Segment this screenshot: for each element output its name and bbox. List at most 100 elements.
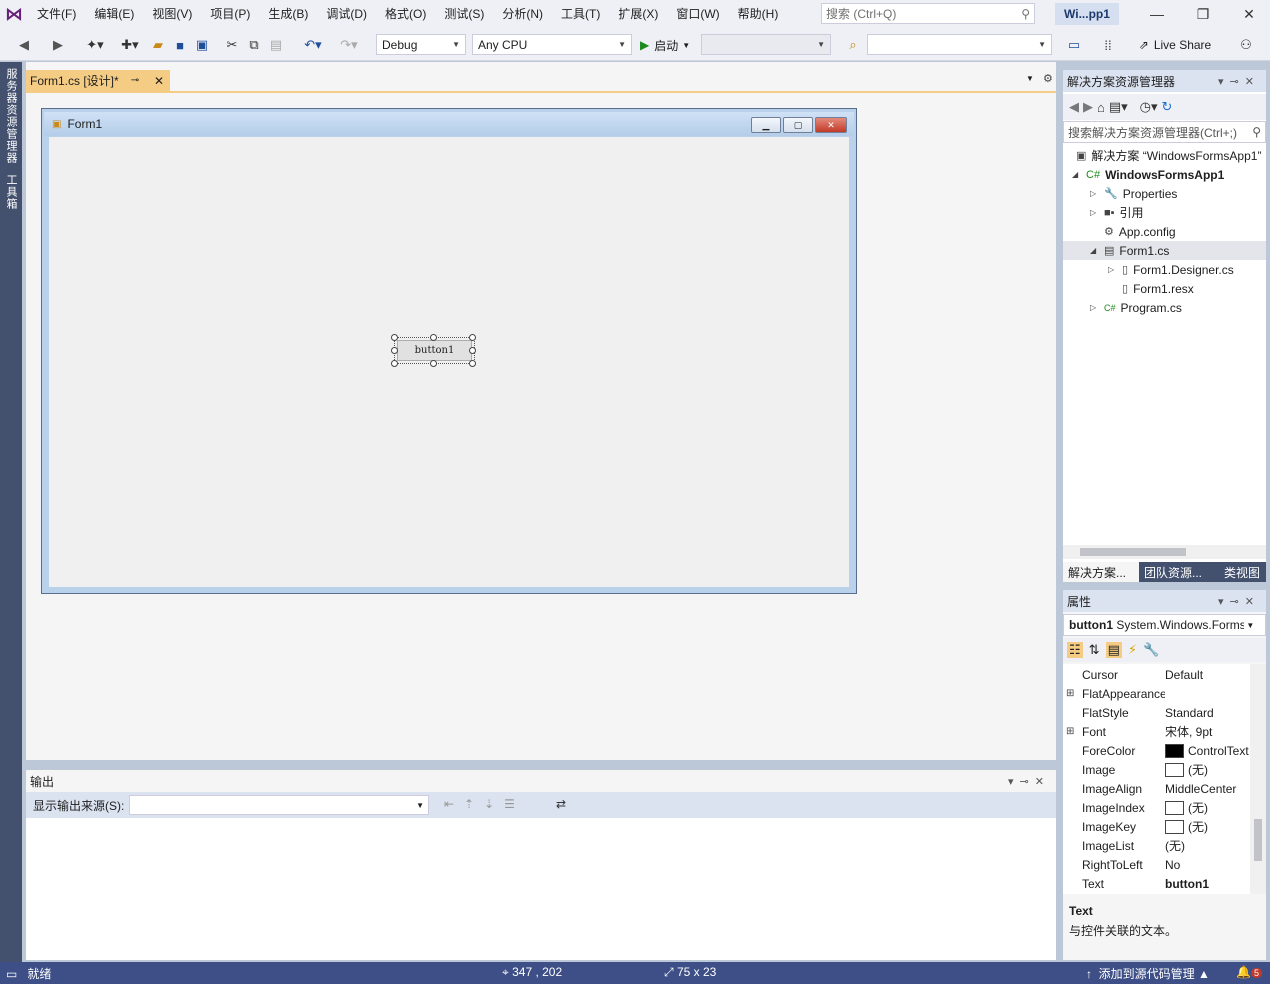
cut-icon[interactable]: ✂ [224,36,240,54]
resize-handle[interactable] [391,360,398,367]
resize-handle[interactable] [391,347,398,354]
copy-icon[interactable]: ⧉ [246,36,262,54]
tree-item-form1-resx[interactable]: ▯ Form1.resx [1122,279,1194,298]
restore-button[interactable]: ❐ [1180,0,1226,28]
navigate-back-icon[interactable]: ◀ [16,36,32,54]
property-row[interactable]: ImageKey (无) [1063,817,1249,836]
property-row[interactable]: ImageAlign MiddleCenter [1063,779,1249,798]
form-minimize-button[interactable]: ▁ [751,117,781,133]
menu-item[interactable]: 分析(N) [493,0,552,28]
debug-target-dropdown[interactable]: ▼ [701,34,831,55]
property-value[interactable]: (无) [1165,761,1249,778]
close-tab-icon[interactable]: ✕ [154,74,164,88]
scrollbar-thumb[interactable] [1080,548,1186,556]
form-maximize-button[interactable]: ▢ [783,117,813,133]
property-row[interactable]: ForeColor ControlText [1063,741,1249,760]
property-row[interactable]: FlatStyle Standard [1063,703,1249,722]
grid-icon[interactable]: ⁞⁞ [1098,36,1118,54]
tab-solution-explorer[interactable]: 解决方案... [1063,562,1139,582]
tree-item-form1[interactable]: ◢ ▤ Form1.cs [1063,241,1266,260]
collapsed-icon[interactable]: ▷ [1090,303,1104,312]
add-to-source-control-button[interactable]: ↑ 添加到源代码管理 ▲ [1086,965,1210,982]
tree-item-program[interactable]: ▷ C# Program.cs [1090,298,1182,317]
menu-item[interactable]: 测试(S) [435,0,493,28]
property-row[interactable]: RightToLeft No [1063,855,1249,874]
property-value[interactable]: button1 [1165,877,1249,891]
tree-item-solution[interactable]: ▣ 解决方案 “WindowsFormsApp1” [1076,146,1261,165]
menu-item[interactable]: 文件(F) [28,0,85,28]
close-window-button[interactable]: ✕ [1226,0,1270,28]
resize-handle[interactable] [469,347,476,354]
expanded-icon[interactable]: ◢ [1072,170,1086,179]
tab-class-view[interactable]: 类视图 [1219,562,1266,582]
button1-control[interactable]: button1 [397,340,472,361]
output-source-dropdown[interactable]: ▼ [129,795,429,815]
add-item-icon[interactable]: ✚▾ [117,36,143,54]
resize-handle[interactable] [430,334,437,341]
undo-icon[interactable]: ↶▾ [298,36,328,54]
resize-handle[interactable] [469,334,476,341]
menu-item[interactable]: 窗口(W) [667,0,728,28]
menu-item[interactable]: 编辑(E) [85,0,143,28]
layout-icon[interactable]: ▭ [1064,36,1084,54]
menu-item[interactable]: 项目(P) [201,0,259,28]
tab-form1-designer[interactable]: Form1.cs [设计]* ⊸ ✕ [26,70,170,91]
pin-icon[interactable]: ⊸ [131,75,139,86]
property-value[interactable]: (无) [1165,818,1249,835]
property-value[interactable]: MiddleCenter [1165,782,1249,796]
properties-view-icon[interactable]: ▤ [1105,642,1122,658]
open-file-icon[interactable]: ▰ [150,36,166,54]
toolbox-tab[interactable]: 工具箱 [3,174,19,210]
property-value[interactable]: (无) [1165,837,1249,854]
scrollbar-thumb[interactable] [1254,819,1262,861]
form-close-button[interactable]: ✕ [815,117,847,133]
navigate-forward-icon[interactable]: ▶ [50,36,66,54]
property-value[interactable]: (无) [1165,799,1249,816]
resize-handle[interactable] [469,360,476,367]
menu-item[interactable]: 生成(B) [259,0,317,28]
visual-studio-logo-icon[interactable]: ⋈ [0,0,28,28]
resize-handle[interactable] [430,360,437,367]
tab-list-dropdown-icon[interactable]: ▼ [1026,74,1034,83]
tab-team-explorer[interactable]: 团队资源... [1139,562,1219,582]
platform-dropdown[interactable]: Any CPU ▼ [472,34,632,55]
property-row[interactable]: ⊞ FlatAppearance [1063,684,1249,703]
properties-object-selector[interactable]: button1 System.Windows.Forms.Button▼ [1063,614,1266,636]
property-value[interactable]: Standard [1165,706,1249,720]
back-icon[interactable]: ◀ [1069,99,1079,115]
find-in-files-icon[interactable]: ⌕ [845,36,861,54]
paste-icon[interactable]: ▤ [268,36,284,54]
solution-name-badge[interactable]: Wi...pp1 [1055,3,1119,25]
server-explorer-tab[interactable]: 服务器资源管理器 [3,68,19,164]
collapsed-icon[interactable]: ▷ [1090,189,1104,198]
menu-item[interactable]: 视图(V) [143,0,201,28]
forward-icon[interactable]: ▶ [1083,99,1093,115]
resize-handle[interactable] [391,334,398,341]
tree-item-form1-designer[interactable]: ▷ ▯ Form1.Designer.cs [1108,260,1234,279]
menu-item[interactable]: 调试(D) [317,0,376,28]
expand-plus-icon[interactable]: ⊞ [1063,726,1082,737]
new-project-icon[interactable]: ✦▾ [82,36,108,54]
property-pages-icon[interactable]: 🔧 [1143,642,1159,658]
tree-item-properties[interactable]: ▷ 🔧 Properties [1090,184,1177,203]
notifications-button[interactable]: 🔔 5 [1236,965,1262,979]
configuration-dropdown[interactable]: Debug ▼ [376,34,466,55]
word-wrap-icon[interactable]: ⇄ [556,797,566,811]
redo-icon[interactable]: ↷▾ [334,36,364,54]
property-value[interactable]: No [1165,858,1249,872]
panel-controls[interactable]: ▾⊸✕ [1008,775,1050,788]
alphabetical-icon[interactable]: ⇅ [1089,642,1100,658]
events-icon[interactable]: ⚡ [1128,642,1137,658]
quick-search-input[interactable]: 搜索 (Ctrl+Q) ⚲ [821,3,1035,24]
pending-changes-icon[interactable]: ◷▾ [1140,99,1158,115]
refresh-icon[interactable]: ↻ [1162,99,1173,115]
save-icon[interactable]: ■ [172,36,188,54]
property-row[interactable]: Text button1 [1063,874,1249,893]
property-value[interactable]: Default [1165,668,1249,682]
tree-item-app-config[interactable]: ⚙ App.config [1104,222,1176,241]
start-debug-button[interactable]: ▶ 启动 ▼ [640,36,698,54]
live-share-button[interactable]: ⇗ Live Share [1132,36,1218,54]
collapsed-icon[interactable]: ▷ [1108,265,1122,274]
menu-item[interactable]: 工具(T) [552,0,609,28]
switch-views-icon[interactable]: ▤▾ [1109,99,1128,115]
